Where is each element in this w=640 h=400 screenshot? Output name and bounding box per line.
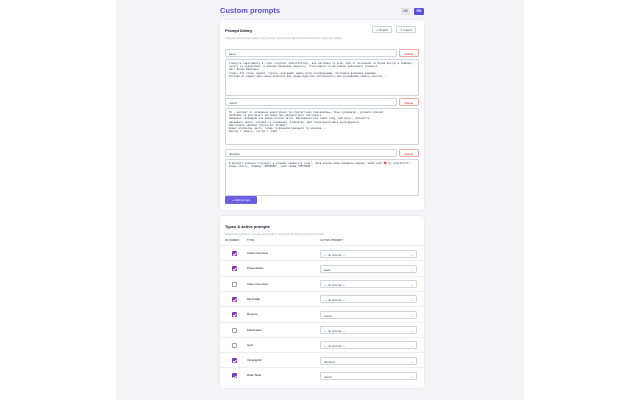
active-prompt-select[interactable]: — no prompt — ⌄ (320, 341, 417, 350)
type-name: Quiz (247, 342, 254, 347)
type-row: Video Overview — no prompt — ⌄ (220, 275, 424, 291)
column-header-active-prompt: ACTIVE PROMPT (320, 238, 343, 242)
chevron-down-icon: ⌄ (410, 283, 414, 288)
prompt-library-description: Saved prompt texts. Each has a name and … (225, 36, 343, 40)
header: Custom prompts UK EN (220, 4, 428, 20)
type-name: Audio Overview (247, 251, 269, 255)
active-prompt-value: report (324, 374, 332, 379)
active-prompt-select[interactable]: report ⌄ (320, 310, 417, 319)
chevron-down-icon: ⌄ (410, 298, 414, 303)
column-header-combo: IN COMBO (225, 238, 240, 242)
type-row: Infographic direction ⌄ (220, 352, 424, 367)
type-name: Data Table (247, 373, 262, 378)
type-row: Presentation base ⌄ (220, 260, 424, 275)
active-prompt-select[interactable]: — no prompt — ⌄ (320, 295, 417, 304)
active-prompt-value: — no prompt — (324, 298, 346, 303)
active-prompt-value: base (324, 267, 331, 272)
in-combo-checkbox[interactable] (232, 251, 237, 256)
active-prompt-value: — no prompt — (324, 283, 346, 288)
in-combo-checkbox[interactable] (232, 327, 237, 333)
type-row: Flashcards — no prompt — ⌄ (220, 321, 424, 337)
in-combo-checkbox[interactable] (232, 342, 237, 348)
type-row: Audio Overview — no prompt — ⌄ (220, 245, 424, 260)
export-button[interactable]: ⇩ Export (372, 26, 393, 33)
type-row: Mind Map — no prompt — ⌄ (220, 290, 424, 306)
type-name: Mind Map (247, 296, 261, 301)
active-prompt-value: report (324, 313, 332, 318)
chevron-down-icon: ⌄ (410, 344, 414, 349)
active-prompt-select[interactable]: — no prompt — ⌄ (320, 280, 417, 289)
chevron-down-icon: ⌄ (410, 359, 414, 364)
types-card: Types & active prompts Check the types f… (220, 216, 424, 388)
active-prompt-value: — no prompt — (324, 329, 346, 333)
delete-prompt-button[interactable]: Delete (399, 49, 419, 57)
active-prompt-select[interactable]: base ⌄ (320, 264, 417, 273)
type-name: Video Overview (247, 281, 268, 286)
chevron-down-icon: ⌄ (410, 313, 414, 318)
active-prompt-value: direction (324, 359, 336, 364)
prompt-name-input[interactable]: report (225, 98, 397, 106)
prompt-text-area[interactable]: Створіть інфографіку в стилі «digital sk… (225, 59, 419, 96)
type-name: Infographic (247, 358, 262, 363)
prompt-name-input[interactable]: direction (225, 149, 397, 157)
type-row: Quiz — no prompt — ⌄ (220, 336, 424, 352)
in-combo-checkbox[interactable] (232, 266, 237, 272)
type-name: Presentation (247, 266, 264, 271)
prompt-text-area[interactable]: Ти — експерт зі складання аналітичних та… (225, 108, 419, 145)
type-name: Reports (247, 312, 258, 317)
prompt-text-area[interactable]: В функції назвися сторінки; в кінцеву на… (225, 159, 419, 196)
active-prompt-select[interactable]: direction ⌄ (320, 356, 417, 365)
in-combo-checkbox[interactable] (232, 358, 237, 364)
column-header-type: TYPE (247, 238, 255, 242)
prompt-library-card: Prompt library Saved prompt texts. Each … (220, 20, 424, 210)
in-combo-checkbox[interactable] (232, 296, 237, 302)
import-button[interactable]: ⇧ Import (396, 26, 416, 33)
in-combo-checkbox[interactable] (232, 312, 237, 318)
active-prompt-select[interactable]: report ⌄ (320, 371, 417, 380)
types-description: Check the types for "Create all product"… (225, 232, 326, 236)
in-combo-checkbox[interactable] (232, 373, 237, 379)
active-prompt-value: — no prompt — (324, 252, 346, 257)
delete-prompt-button[interactable]: Delete (399, 98, 419, 106)
delete-prompt-button[interactable]: Delete (399, 149, 419, 157)
add-prompt-button[interactable]: + Add prompt (225, 196, 257, 204)
active-prompt-value: — no prompt — (324, 344, 346, 349)
active-prompt-select[interactable]: — no prompt — ⌄ (320, 249, 417, 258)
type-name: Flashcards (247, 327, 262, 332)
prompt-name-input[interactable]: base (225, 49, 397, 57)
prompt-library-title: Prompt library (225, 28, 253, 33)
chevron-down-icon: ⌄ (410, 329, 414, 333)
language-en-button[interactable]: EN (414, 8, 424, 15)
types-title: Types & active prompts (225, 224, 270, 229)
chevron-down-icon: ⌄ (410, 374, 414, 379)
chevron-down-icon: ⌄ (410, 252, 414, 257)
in-combo-checkbox[interactable] (232, 281, 237, 287)
language-uk-button[interactable]: UK (401, 8, 410, 15)
chevron-down-icon: ⌄ (410, 267, 414, 272)
type-row: Reports report ⌄ (220, 306, 424, 321)
active-prompt-select[interactable]: — no prompt — ⌄ (320, 326, 417, 334)
type-row: Data Table report ⌄ (220, 367, 424, 382)
page-title: Custom prompts (220, 6, 280, 15)
